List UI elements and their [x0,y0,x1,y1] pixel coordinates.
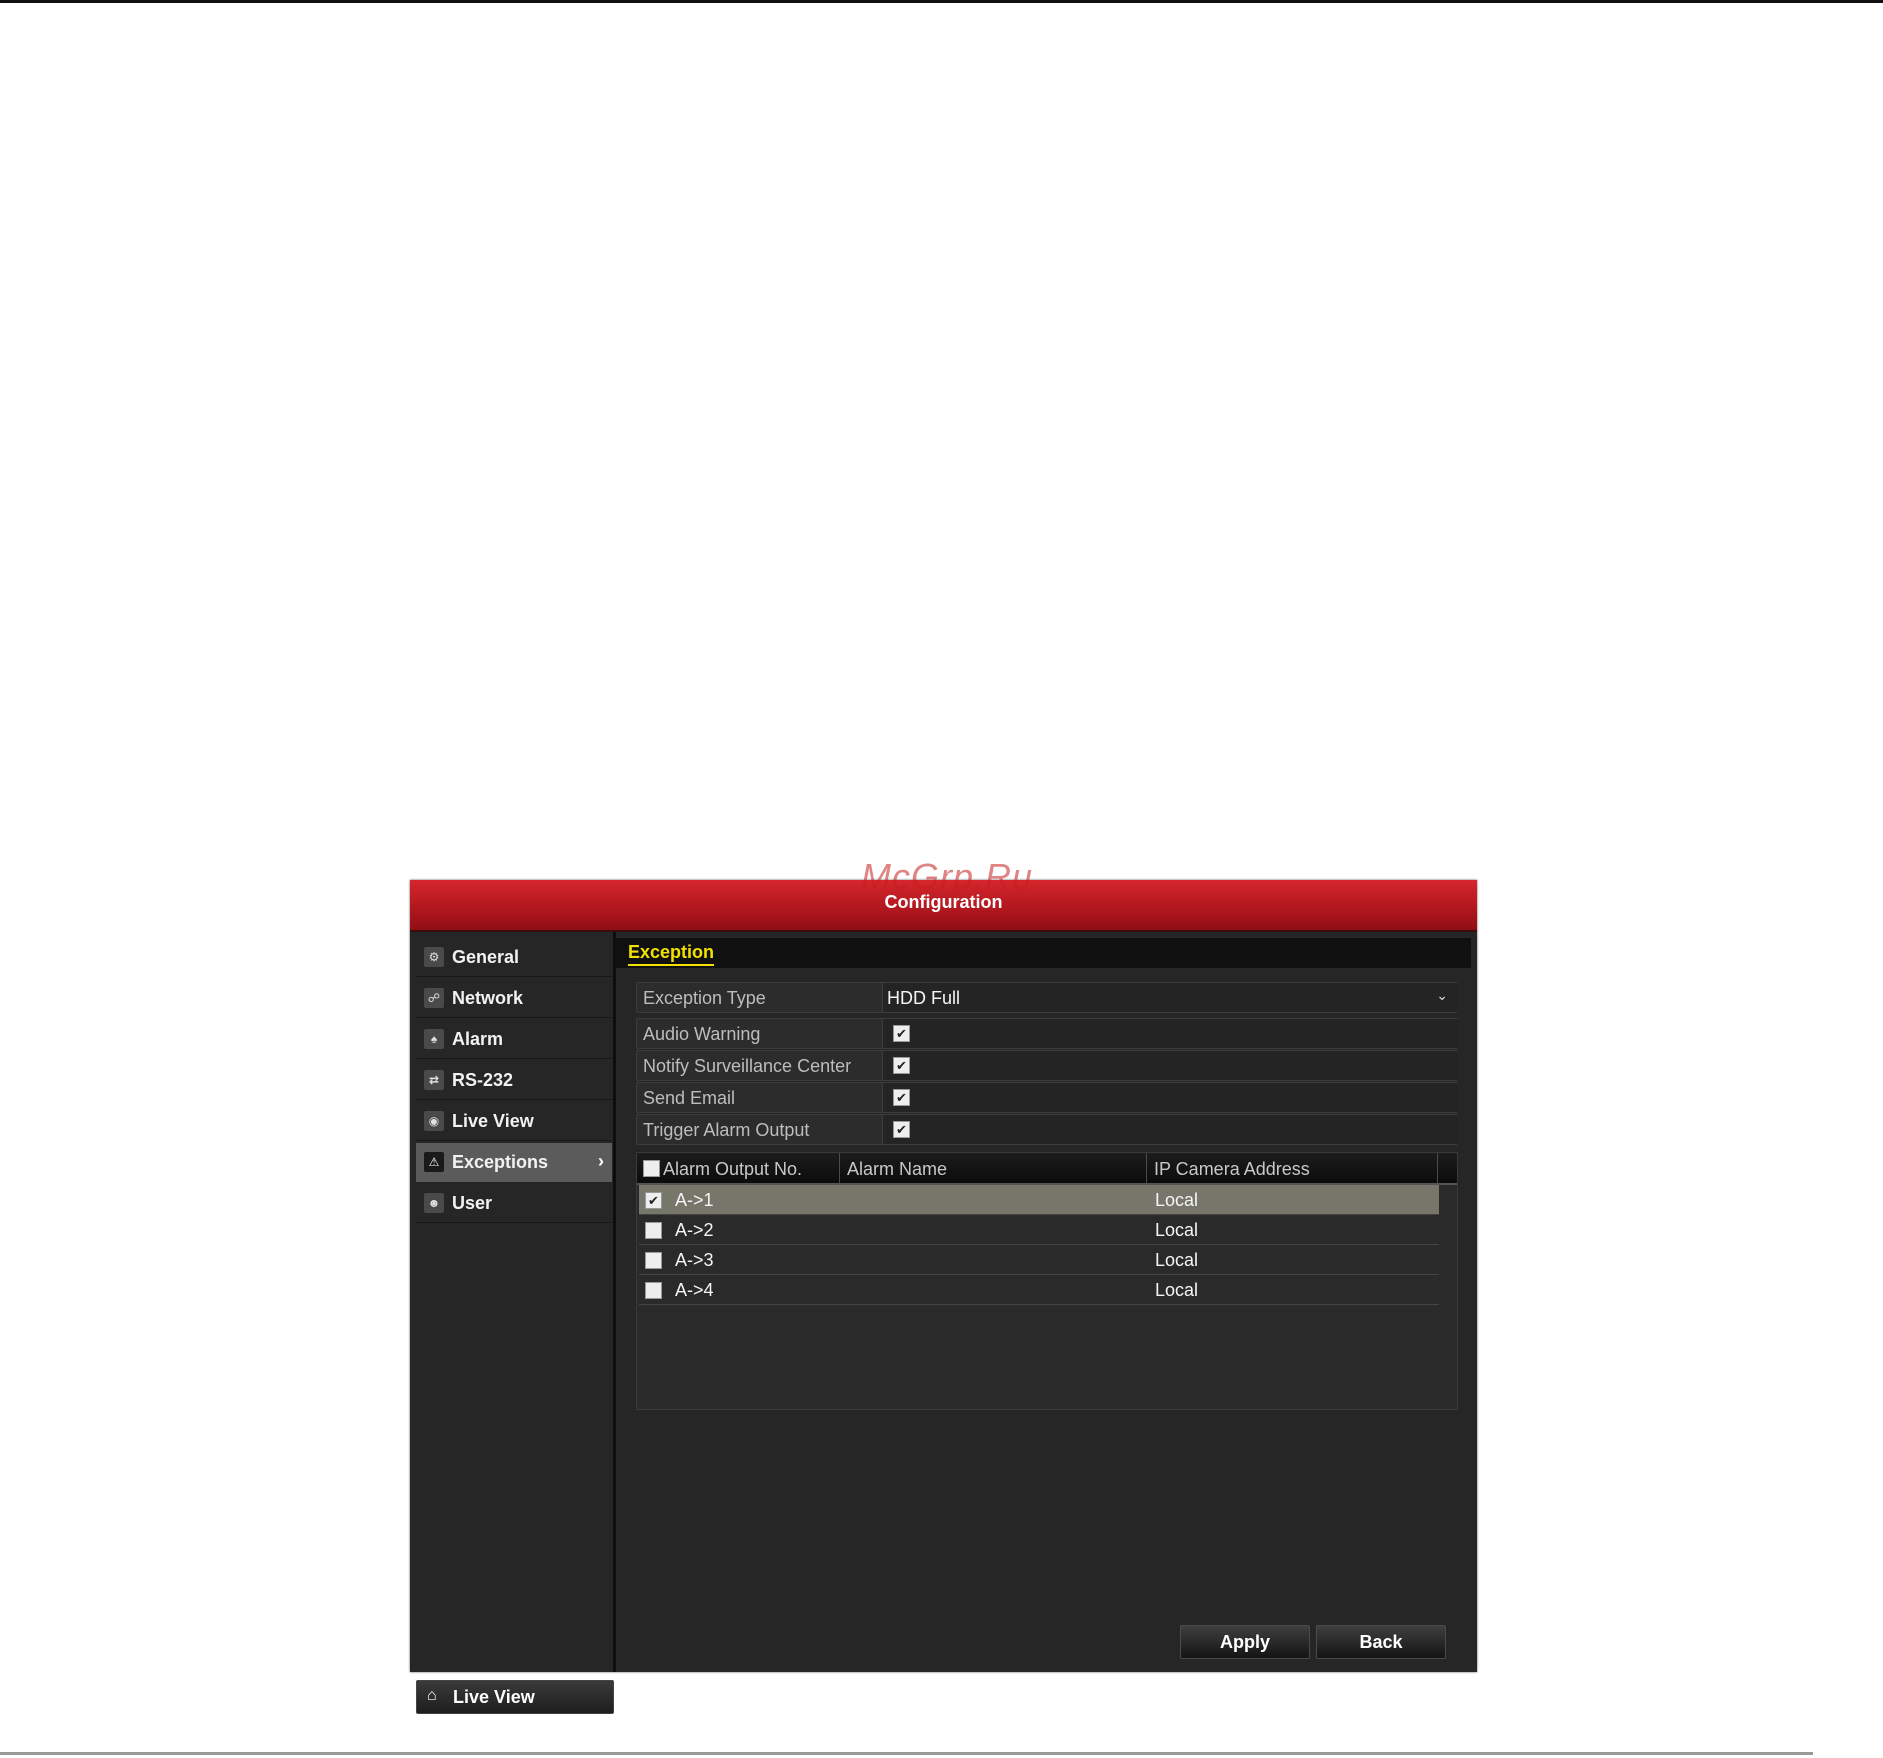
serial-port-icon: ⇄ [424,1070,444,1090]
sidebar-item-label: Network [452,988,524,1008]
table-row[interactable]: ✔ A->1 Local [639,1185,1439,1215]
tab-exception[interactable]: Exception [628,942,715,966]
send-email-checkbox[interactable]: ✔ [893,1089,910,1106]
sidebar-item-label: General [452,947,520,967]
eye-icon: ◉ [424,1111,444,1131]
exception-type-row: Exception Type HDD Full ⌄ [636,982,1458,1013]
users-icon: ☻ [424,1193,444,1213]
apply-button[interactable]: Apply [1180,1625,1310,1659]
sidebar-item-label: Live View [452,1111,534,1131]
sidebar-item-label: RS-232 [452,1070,514,1090]
content-panel: Exception Exception Type HDD Full ⌄ Audi… [616,932,1477,1672]
live-view-button-label: Live View [453,1687,535,1707]
row-checkbox[interactable] [645,1222,662,1239]
column-divider [839,1153,840,1183]
network-icon: ☍ [424,988,444,1008]
sidebar-item-exceptions[interactable]: ⚠ Exceptions › [416,1143,612,1182]
alarm-output-no: A->4 [675,1280,714,1300]
bottom-rule [0,1752,1813,1755]
trigger-alarm-output-cell: ✔ [882,1115,1458,1144]
configuration-window: Configuration ⚙ General ☍ Network ♠ Alar… [410,880,1477,1714]
send-email-label: Send Email [643,1088,736,1108]
table-row[interactable]: A->3 Local [639,1245,1439,1275]
table-header: Alarm Output No. Alarm Name IP Camera Ad… [637,1153,1457,1185]
exception-type-dropdown[interactable]: HDD Full ⌄ [882,983,1458,1012]
back-button[interactable]: Back [1316,1625,1446,1659]
select-all-checkbox[interactable] [643,1160,660,1177]
notify-surveillance-label: Notify Surveillance Center [643,1056,852,1076]
audio-warning-label: Audio Warning [643,1024,761,1044]
trigger-alarm-output-row: Trigger Alarm Output ✔ [636,1114,1458,1145]
exception-type-label: Exception Type [643,988,766,1008]
table-row[interactable]: A->4 Local [639,1275,1439,1305]
sidebar-item-live-view[interactable]: ◉ Live View [416,1102,612,1141]
live-view-button[interactable]: ⌂ Live View [416,1680,614,1714]
ip-camera-address: Local [1155,1280,1199,1300]
trigger-alarm-output-checkbox[interactable]: ✔ [893,1121,910,1138]
audio-warning-checkbox[interactable]: ✔ [893,1025,910,1042]
trigger-alarm-output-label: Trigger Alarm Output [643,1120,810,1140]
chevron-right-icon: › [598,1151,604,1171]
home-icon: ⌂ [427,1687,437,1704]
column-divider [1146,1153,1147,1183]
sidebar: ⚙ General ☍ Network ♠ Alarm ⇄ RS-232 ◉ L… [410,932,616,1714]
table-row[interactable]: A->2 Local [639,1215,1439,1245]
column-header-alarm-name[interactable]: Alarm Name [847,1159,947,1180]
watermark: McGrp.Ru [860,856,1034,897]
sidebar-item-label: User [452,1193,493,1213]
sidebar-item-label: Exceptions [452,1152,549,1172]
ip-camera-address: Local [1155,1250,1199,1270]
exception-type-value: HDD Full [887,988,961,1008]
sidebar-item-rs232[interactable]: ⇄ RS-232 [416,1061,612,1100]
send-email-row: Send Email ✔ [636,1082,1458,1113]
chevron-down-icon: ⌄ [1436,987,1448,1003]
notify-surveillance-checkbox[interactable]: ✔ [893,1057,910,1074]
column-divider [1437,1153,1438,1183]
notify-surveillance-row: Notify Surveillance Center ✔ [636,1050,1458,1081]
alarm-icon: ♠ [424,1029,444,1049]
sidebar-item-network[interactable]: ☍ Network [416,979,612,1018]
send-email-cell: ✔ [882,1083,1458,1112]
alarm-output-table: Alarm Output No. Alarm Name IP Camera Ad… [636,1152,1458,1410]
notify-surveillance-cell: ✔ [882,1051,1458,1080]
ip-camera-address: Local [1155,1220,1199,1240]
ip-camera-address: Local [1155,1190,1199,1210]
alarm-output-no: A->2 [675,1220,714,1240]
row-checkbox[interactable] [645,1282,662,1299]
column-header-alarm-output-no[interactable]: Alarm Output No. [663,1159,802,1180]
gear-icon: ⚙ [424,947,444,967]
column-header-ip-camera-address[interactable]: IP Camera Address [1154,1159,1310,1180]
tab-bar: Exception [616,938,1471,968]
sidebar-item-alarm[interactable]: ♠ Alarm [416,1020,612,1059]
warning-icon: ⚠ [424,1152,444,1172]
alarm-output-no: A->1 [675,1190,714,1210]
sidebar-item-user[interactable]: ☻ User [416,1184,612,1223]
sidebar-item-general[interactable]: ⚙ General [416,938,612,977]
alarm-output-no: A->3 [675,1250,714,1270]
top-rule [0,0,1883,3]
audio-warning-cell: ✔ [882,1019,1458,1048]
sidebar-item-label: Alarm [452,1029,504,1049]
row-checkbox[interactable] [645,1252,662,1269]
audio-warning-row: Audio Warning ✔ [636,1018,1458,1049]
row-checkbox[interactable]: ✔ [645,1192,662,1209]
